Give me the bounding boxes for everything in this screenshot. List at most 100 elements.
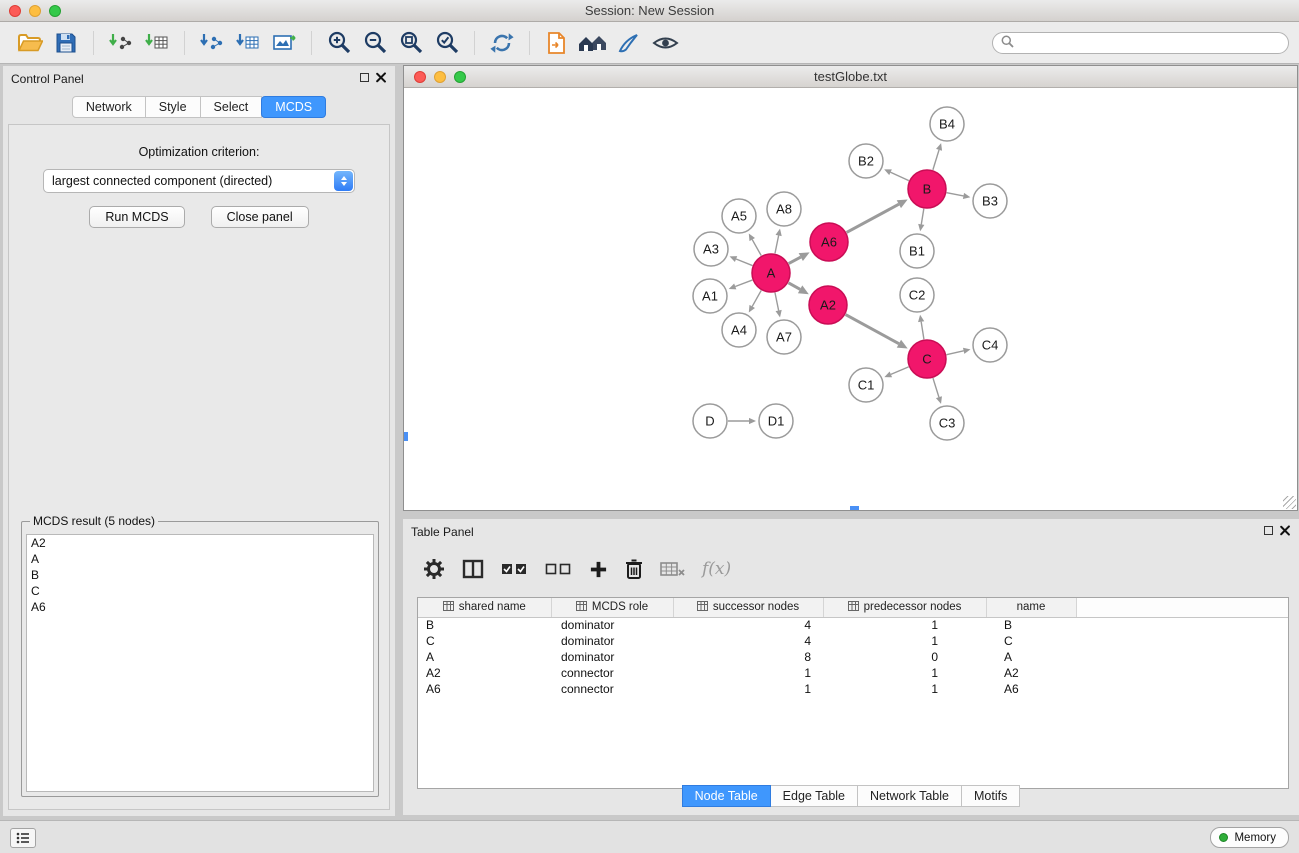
graph-edge-C-C4[interactable] [947,351,964,355]
graph-node-C3[interactable]: C3 [930,406,964,440]
graph-edge-A-A8[interactable] [775,235,779,253]
save-icon[interactable] [48,27,84,59]
zoom-in-icon[interactable] [321,27,357,59]
graph-node-A7[interactable]: A7 [767,320,801,354]
tab-motifs[interactable]: Motifs [961,785,1020,807]
graph-node-A3[interactable]: A3 [694,232,728,266]
open-file-icon[interactable] [12,27,48,59]
float-panel-icon[interactable] [1264,526,1273,535]
graph-node-C1[interactable]: C1 [849,368,883,402]
optimization-criterion-select[interactable]: largest connected component (directed) [43,169,355,193]
table-row[interactable]: Cdominator41C [418,633,1288,649]
mcds-result-list[interactable]: A2 A B C A6 [26,534,374,792]
graph-node-A6[interactable]: A6 [810,223,848,261]
run-mcds-button[interactable]: Run MCDS [89,206,184,228]
graph-node-B2[interactable]: B2 [849,144,883,178]
close-window-button[interactable] [9,5,21,17]
close-panel-icon[interactable] [375,71,387,83]
graph-node-A1[interactable]: A1 [693,279,727,313]
list-item[interactable]: A [27,551,373,567]
graph-node-A[interactable]: A [752,254,790,292]
graph-edge-A-A6[interactable] [789,257,801,263]
column-header-name[interactable]: name [986,598,1076,617]
graph-node-A2[interactable]: A2 [809,286,847,324]
network-close-button[interactable] [414,71,426,83]
open-recent-session-icon[interactable] [539,27,575,59]
list-item[interactable]: B [27,567,373,583]
graph-edge-B-B3[interactable] [947,193,964,196]
zoom-selected-icon[interactable] [429,27,465,59]
table-row[interactable]: A6connector11A6 [418,681,1288,697]
column-header-successor-nodes[interactable]: successor nodes [673,598,823,617]
refresh-icon[interactable] [484,27,520,59]
close-panel-icon[interactable] [1279,524,1291,536]
graph-edge-A6-B[interactable] [847,204,899,232]
table-row[interactable]: Adominator80A [418,649,1288,665]
style-brush-icon[interactable] [611,27,647,59]
tab-network-table[interactable]: Network Table [857,785,962,807]
graph-node-B3[interactable]: B3 [973,184,1007,218]
network-zoom-button[interactable] [454,71,466,83]
graph-node-B[interactable]: B [908,170,946,208]
search-box[interactable] [992,32,1289,54]
deselect-all-icon[interactable] [545,562,572,576]
graph-node-A5[interactable]: A5 [722,199,756,233]
list-item[interactable]: C [27,583,373,599]
graph-node-C4[interactable]: C4 [973,328,1007,362]
task-history-icon[interactable] [10,828,36,848]
graph-edge-A-A2[interactable] [788,283,800,290]
tab-mcds[interactable]: MCDS [261,96,326,118]
eye-icon[interactable] [647,27,683,59]
list-item[interactable]: A2 [27,535,373,551]
graph-edge-C-C1[interactable] [891,367,909,375]
close-panel-button[interactable]: Close panel [211,206,309,228]
graph-edge-A-A3[interactable] [736,259,752,266]
resize-handle-left[interactable] [404,432,408,441]
tab-node-table[interactable]: Node Table [682,785,771,807]
tab-style[interactable]: Style [145,96,201,118]
graph-node-D1[interactable]: D1 [759,404,793,438]
table-row[interactable]: Bdominator41B [418,617,1288,633]
new-network-icon[interactable] [194,27,230,59]
table-row[interactable]: A2connector11A2 [418,665,1288,681]
add-column-icon[interactable] [589,560,608,579]
list-item[interactable]: A6 [27,599,373,615]
graph-edge-C-C3[interactable] [933,378,939,397]
function-builder-icon[interactable]: f(x) [702,559,731,579]
float-panel-icon[interactable] [360,73,369,82]
tab-edge-table[interactable]: Edge Table [770,785,858,807]
graph-node-B4[interactable]: B4 [930,107,964,141]
zoom-out-icon[interactable] [357,27,393,59]
import-network-file-icon[interactable] [103,27,139,59]
network-graph[interactable]: B4B2BB3A5A8A6A3B1AA1A2C2A4A7C4CC1C3DD1 [404,89,1297,510]
column-header-predecessor-nodes[interactable]: predecessor nodes [823,598,986,617]
resize-corner-handle[interactable] [1283,496,1296,509]
graph-edge-B-B2[interactable] [891,172,909,180]
graph-node-C2[interactable]: C2 [900,278,934,312]
node-table[interactable]: shared name MCDS role successor nodes pr… [417,597,1289,789]
graph-edge-A2-C[interactable] [846,315,899,344]
graph-node-D[interactable]: D [693,404,727,438]
graph-edge-A-A1[interactable] [735,280,752,286]
delete-table-icon[interactable] [660,560,685,578]
search-input[interactable] [1019,36,1269,50]
graph-edge-B-B1[interactable] [921,209,924,225]
memory-button[interactable]: Memory [1210,827,1289,848]
zoom-window-button[interactable] [49,5,61,17]
delete-column-icon[interactable] [625,558,643,580]
graph-node-A4[interactable]: A4 [722,313,756,347]
table-settings-gear-icon[interactable] [423,558,445,580]
tab-select[interactable]: Select [200,96,263,118]
new-table-icon[interactable] [230,27,266,59]
graph-node-C[interactable]: C [908,340,946,378]
network-minimize-button[interactable] [434,71,446,83]
minimize-window-button[interactable] [29,5,41,17]
import-table-file-icon[interactable] [139,27,175,59]
graph-edge-B-B4[interactable] [933,150,939,170]
graph-edge-A-A5[interactable] [752,240,761,256]
graph-edge-A-A7[interactable] [775,293,779,311]
column-header-shared-name[interactable]: shared name [418,598,551,617]
resize-handle-bottom[interactable] [850,506,859,510]
graph-edge-A-A4[interactable] [752,290,761,306]
show-columns-icon[interactable] [462,559,484,579]
